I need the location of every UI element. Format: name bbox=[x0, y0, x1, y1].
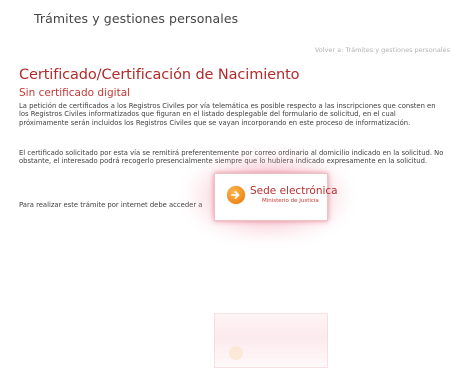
faded-overlay bbox=[214, 313, 328, 368]
page-subtitle: Sin certificado digital bbox=[19, 87, 131, 99]
sede-electronica-sublabel: Ministerio de Justicia bbox=[262, 198, 319, 204]
back-link-target[interactable]: Trámites y gestiones personales bbox=[345, 46, 450, 54]
faded-icon bbox=[229, 346, 243, 360]
back-link[interactable]: Volver a: Trámites y gestiones personale… bbox=[315, 46, 450, 54]
sede-electronica-button[interactable]: Sede electrónica Ministerio de Justicia bbox=[214, 173, 338, 221]
page-heading: Trámites y gestiones personales bbox=[34, 11, 239, 26]
intro-paragraph: La petición de certificados a los Regist… bbox=[19, 102, 436, 127]
page-title: Certificado/Certificación de Nacimiento bbox=[19, 67, 300, 83]
back-link-prefix: Volver a: bbox=[314, 46, 344, 54]
sede-electronica-label: Sede electrónica bbox=[250, 185, 338, 197]
arrow-right-icon bbox=[227, 186, 245, 204]
